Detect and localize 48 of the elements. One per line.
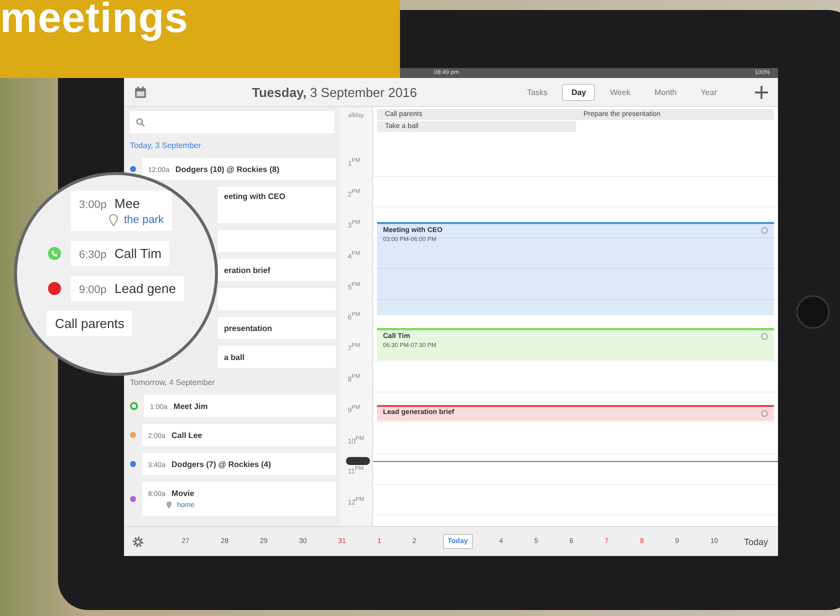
agenda-item[interactable]: Call parents — [47, 311, 132, 336]
date-title: Tuesday, 3 September 2016 — [252, 84, 418, 100]
calendar-icon[interactable] — [134, 86, 147, 98]
today-button[interactable]: Today — [742, 534, 770, 548]
agenda-item[interactable]: 9:00p Lead gene — [71, 276, 184, 301]
event-location: the park — [124, 214, 164, 226]
info-icon[interactable] — [761, 333, 768, 340]
view-tab[interactable]: Tasks — [518, 84, 556, 100]
event-title: Mee — [114, 196, 140, 211]
event-title: Call Lee — [172, 430, 202, 440]
current-time-marker — [346, 457, 370, 465]
agenda-item[interactable]: presentation — [218, 317, 336, 339]
agenda-item[interactable]: eration brief — [218, 259, 336, 281]
view-tab[interactable]: Month — [645, 84, 686, 100]
event-title: Dodgers (10) @ Rockies (8) — [175, 164, 280, 174]
agenda-item[interactable]: 6:30p Call Tim — [71, 241, 170, 266]
agenda-item[interactable]: eeting with CEO — [218, 187, 336, 223]
event-title: eration brief — [224, 266, 272, 274]
search-field[interactable] — [130, 111, 334, 133]
event-title: Dodgers (7) @ Rockies (4) — [172, 460, 271, 468]
event-time: 3:00p — [79, 199, 107, 211]
location-pin-icon — [166, 501, 172, 509]
event-title: Lead gene — [114, 281, 176, 296]
info-icon[interactable] — [761, 410, 768, 417]
view-tab[interactable]: Day — [562, 84, 596, 100]
agenda-item[interactable]: 3:00p Mee the park — [71, 191, 172, 231]
add-icon[interactable] — [755, 86, 768, 98]
settings-icon[interactable] — [132, 536, 144, 548]
info-icon[interactable] — [761, 227, 768, 234]
event-time: 9:00p — [79, 284, 107, 296]
event-time: 6:30p — [79, 249, 107, 261]
view-tab[interactable]: Year — [692, 84, 726, 100]
banner-title: meetings — [0, 0, 188, 42]
event-title: presentation — [224, 324, 274, 332]
event-title: Movie — [172, 489, 194, 498]
agenda-item[interactable]: a ball — [218, 346, 336, 368]
day-heading: Tomorrow, 4 September — [130, 378, 216, 388]
event-title: Meet Jim — [174, 402, 208, 410]
phone-icon — [50, 250, 58, 257]
home-button-icon[interactable] — [796, 295, 830, 329]
view-tab[interactable]: Week — [601, 84, 640, 100]
event-title: eeting with CEO — [224, 192, 286, 201]
event-title: Call Tim — [114, 246, 162, 261]
location-pin-icon — [109, 214, 118, 226]
event-title: a ball — [224, 352, 246, 362]
search-icon — [136, 118, 145, 126]
event-title: Call parents — [55, 316, 124, 331]
day-heading: Today, 3 September — [130, 141, 202, 151]
